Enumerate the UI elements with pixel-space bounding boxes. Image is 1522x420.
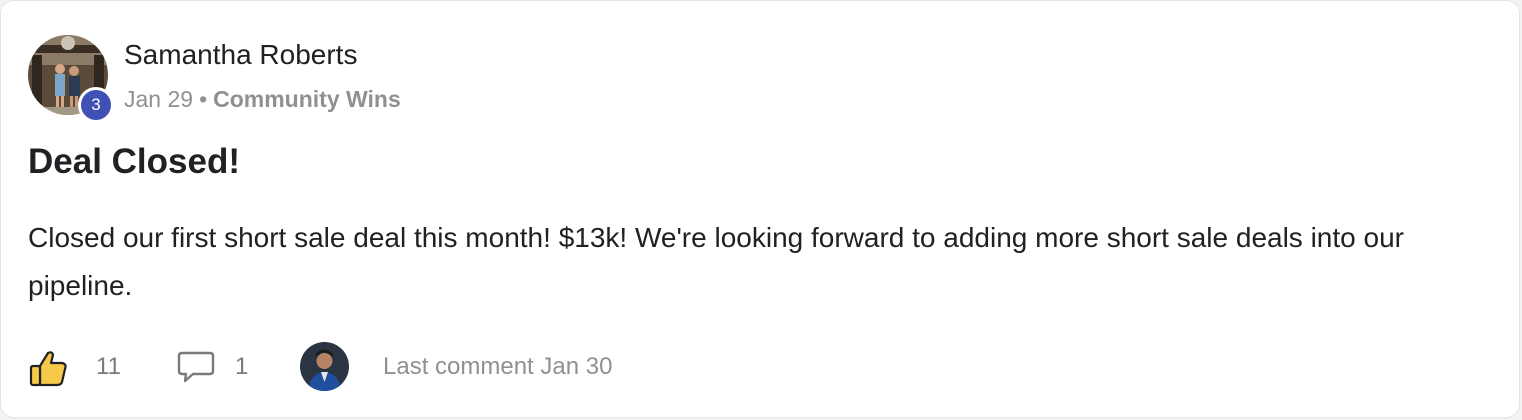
author-name[interactable]: Samantha Roberts: [124, 39, 357, 71]
post-date: Jan 29: [124, 86, 194, 112]
post-card[interactable]: 3 Samantha Roberts Jan 29 • Community Wins…: [0, 0, 1520, 418]
like-button[interactable]: [28, 349, 68, 387]
like-count: 11: [96, 353, 121, 380]
comment-button[interactable]: [176, 349, 216, 385]
author-avatar[interactable]: 3: [28, 35, 114, 123]
last-commenter-avatar[interactable]: [300, 342, 349, 391]
thumbs-up-icon: [29, 351, 67, 387]
level-badge: 3: [78, 87, 114, 123]
post-actions: 11 1 Last comment Jan 30: [28, 341, 728, 393]
commenter-photo: [300, 342, 349, 391]
post-meta: Jan 29 • Community Wins: [124, 86, 401, 113]
post-title[interactable]: Deal Closed!: [28, 142, 240, 182]
meta-separator: •: [199, 86, 208, 112]
comment-count: 1: [235, 353, 249, 380]
post-body: Closed our first short sale deal this mo…: [28, 222, 1404, 301]
speech-bubble-icon: [177, 351, 215, 383]
category-link[interactable]: Community Wins: [213, 86, 401, 112]
last-comment-text: Last comment Jan 30: [383, 353, 613, 380]
